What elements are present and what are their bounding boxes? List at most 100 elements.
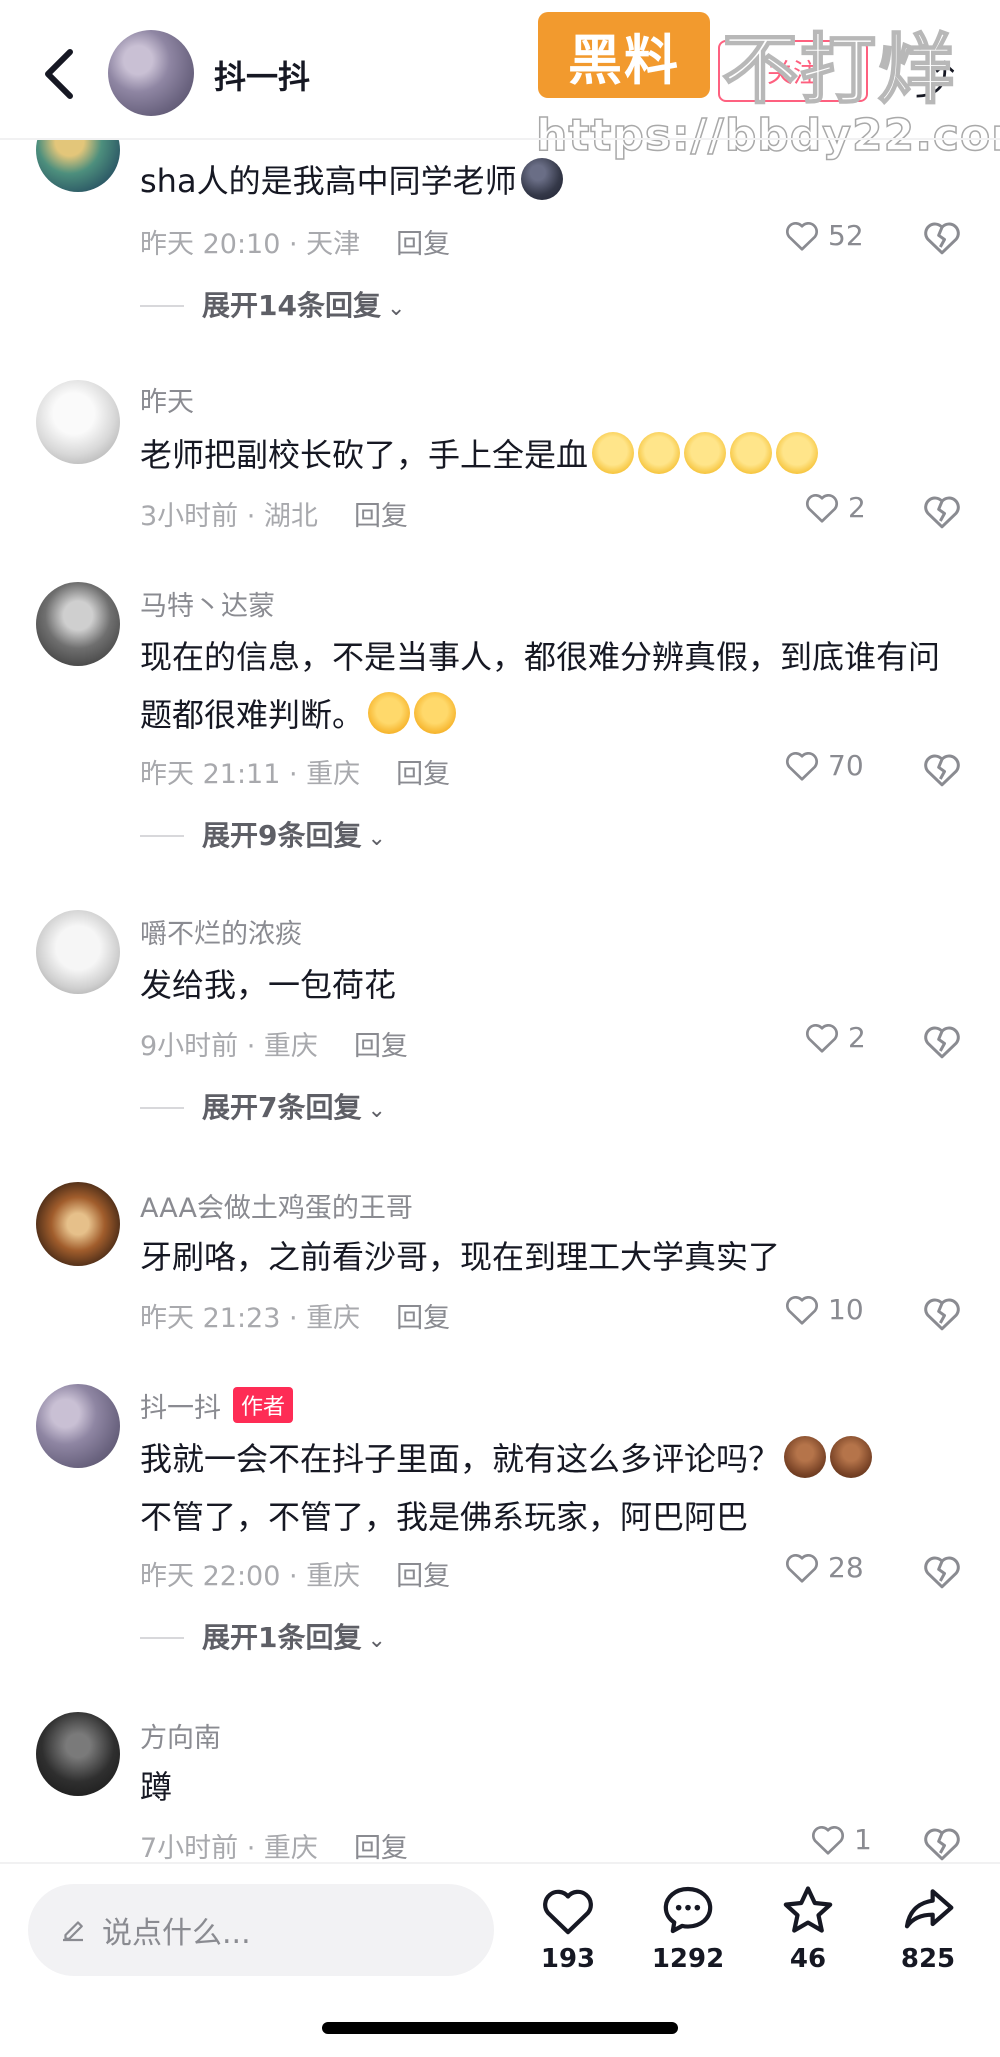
- avatar[interactable]: [36, 1384, 120, 1468]
- watermark-text: 不打烊: [721, 24, 956, 115]
- comment-username[interactable]: 方向南: [140, 1716, 221, 1755]
- page-title[interactable]: 抖一抖: [214, 52, 310, 98]
- heart-icon: [786, 1553, 818, 1583]
- heart-icon: [543, 1889, 593, 1935]
- comment-meta: 昨天 20:10 · 天津 回复: [140, 229, 451, 260]
- author-badge: 作者: [233, 1387, 294, 1423]
- comment-username[interactable]: 嚼不烂的浓痰: [140, 912, 302, 951]
- dislike-icon[interactable]: [922, 1294, 962, 1332]
- like-button[interactable]: 28: [784, 1550, 864, 1584]
- emoji-icon: [684, 432, 727, 474]
- like-count: 70: [828, 748, 864, 782]
- emoji-icon: [730, 432, 773, 474]
- avatar[interactable]: [36, 910, 120, 994]
- comment-username[interactable]: 马特丶达蒙: [140, 584, 275, 623]
- reply-button[interactable]: 回复: [354, 1833, 408, 1864]
- expand-replies-button[interactable]: 展开1条回复 ⌄: [140, 1616, 386, 1656]
- favorite-total: 46: [789, 1944, 827, 1974]
- like-button[interactable]: 1: [810, 1822, 872, 1856]
- chevron-down-icon: ⌄: [367, 1098, 386, 1123]
- like-count: 52: [828, 218, 864, 252]
- avatar[interactable]: [36, 380, 120, 464]
- emoji-icon: [368, 692, 411, 734]
- chevron-down-icon: ⌄: [367, 826, 386, 851]
- comment-username[interactable]: 昨天: [140, 380, 194, 419]
- like-count: 1: [854, 1822, 872, 1856]
- comment-text: 蹲: [140, 1768, 173, 1806]
- reply-button[interactable]: 回复: [396, 1303, 450, 1334]
- like-button[interactable]: 52: [784, 218, 864, 252]
- like-count: 2: [848, 1020, 866, 1054]
- reply-button[interactable]: 回复: [396, 229, 450, 260]
- dislike-icon[interactable]: [922, 1552, 962, 1590]
- divider: [0, 138, 1000, 140]
- emoji-icon: [784, 1436, 827, 1478]
- expand-replies-button[interactable]: 展开7条回复 ⌄: [140, 1086, 386, 1126]
- avatar[interactable]: [36, 582, 120, 666]
- comment-text: 牙刷咯，之前看沙哥，现在到理工大学真实了: [140, 1238, 781, 1276]
- dislike-icon[interactable]: [922, 1824, 962, 1862]
- reply-button[interactable]: 回复: [396, 1561, 450, 1592]
- share-action-button[interactable]: 825: [868, 1884, 988, 1974]
- emoji-icon: [592, 432, 635, 474]
- like-button[interactable]: 2: [804, 490, 866, 524]
- heart-icon: [786, 1295, 818, 1325]
- comment-total: 1292: [651, 1944, 725, 1974]
- like-button[interactable]: 70: [784, 748, 864, 782]
- comment-bubble-icon: [663, 1886, 713, 1934]
- emoji-icon: [414, 692, 457, 734]
- comment-meta: 昨天 21:23 · 重庆 回复: [140, 1303, 451, 1334]
- comment-meta: 3小时前 · 湖北 回复: [140, 501, 408, 532]
- dislike-icon[interactable]: [922, 1022, 962, 1060]
- comment-text: 发给我，一包荷花: [140, 966, 397, 1004]
- comment-username[interactable]: 抖一抖 作者: [140, 1386, 294, 1425]
- like-button[interactable]: 10: [784, 1292, 864, 1326]
- comment-meta: 7小时前 · 重庆 回复: [140, 1833, 408, 1864]
- avatar[interactable]: [36, 1712, 120, 1796]
- comment-input[interactable]: 说点什么...: [28, 1884, 494, 1976]
- comment-username[interactable]: AAA会做土鸡蛋的王哥: [140, 1186, 413, 1225]
- dislike-icon[interactable]: [922, 218, 962, 256]
- comment-text: 我就一会不在抖子里面，就有这么多评论吗？ 不管了，不管了，我是佛系玩家，阿巴阿巴: [140, 1430, 940, 1546]
- heart-icon: [806, 493, 838, 523]
- comment-action-button[interactable]: 1292: [628, 1884, 748, 1974]
- dislike-icon[interactable]: [922, 750, 962, 788]
- star-icon: [783, 1886, 833, 1933]
- pencil-icon: [63, 1921, 83, 1942]
- share-total: 825: [900, 1944, 956, 1974]
- emoji-icon: [638, 432, 681, 474]
- dislike-icon[interactable]: [922, 492, 962, 530]
- like-count: 2: [848, 490, 866, 524]
- like-count: 28: [828, 1550, 864, 1584]
- comment-meta: 9小时前 · 重庆 回复: [140, 1031, 408, 1062]
- chevron-down-icon: ⌄: [367, 1628, 386, 1653]
- comment-meta: 昨天 22:00 · 重庆 回复: [140, 1561, 451, 1592]
- watermark-url: https://bbdy22.com: [535, 109, 1000, 162]
- heart-icon: [812, 1825, 844, 1855]
- favorite-action-button[interactable]: 46: [748, 1884, 868, 1974]
- watermark-logo: 黑料: [538, 12, 710, 98]
- comment-meta: 昨天 21:11 · 重庆 回复: [140, 759, 451, 790]
- like-button[interactable]: 2: [804, 1020, 866, 1054]
- reply-button[interactable]: 回复: [354, 501, 408, 532]
- home-indicator[interactable]: [322, 2022, 678, 2034]
- like-action-button[interactable]: 193: [508, 1884, 628, 1974]
- expand-replies-button[interactable]: 展开9条回复 ⌄: [140, 814, 386, 854]
- chevron-down-icon: ⌄: [386, 296, 406, 321]
- emoji-icon: [776, 432, 819, 474]
- heart-icon: [786, 221, 818, 251]
- header-bar: 抖一抖 关注 ⤴ 黑料 不打烊 https://bbdy22.com: [0, 0, 1000, 162]
- emoji-icon: [830, 1436, 873, 1478]
- comment-text: 现在的信息，不是当事人，都很难分辨真假，到底谁有问题都很难判断。: [140, 638, 941, 734]
- reply-button[interactable]: 回复: [396, 759, 450, 790]
- share-arrow-icon: [904, 1889, 954, 1929]
- avatar[interactable]: [36, 1182, 120, 1266]
- comment-text: 老师把副校长砍了，手上全是血: [140, 426, 940, 484]
- like-total: 193: [540, 1944, 596, 1974]
- like-count: 10: [828, 1292, 864, 1326]
- header-avatar[interactable]: [108, 30, 194, 116]
- expand-replies-button[interactable]: 展开14条回复 ⌄: [140, 284, 405, 324]
- reply-button[interactable]: 回复: [354, 1031, 408, 1062]
- back-arrow-icon[interactable]: [40, 48, 80, 100]
- divider: [0, 1862, 1000, 1864]
